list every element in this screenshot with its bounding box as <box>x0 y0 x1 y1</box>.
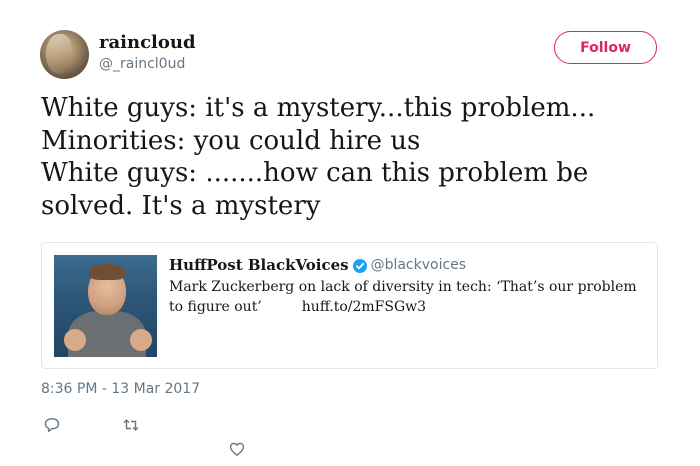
avatar[interactable] <box>40 30 89 79</box>
quoted-tweet-card[interactable]: HuffPost BlackVoices @blackvoices Mark Z… <box>41 242 658 369</box>
quoted-tweet-image[interactable] <box>54 255 157 357</box>
tweet-timestamp[interactable]: 8:36 PM - 13 Mar 2017 <box>41 381 200 397</box>
display-name[interactable]: raincloud <box>99 32 196 53</box>
tweet-text-line: Minorities: you could hire us <box>41 125 421 156</box>
tweet-text-line: White guys: it's a mystery...this proble… <box>41 93 596 123</box>
quoted-link[interactable]: huff.to/2mFSGw3 <box>302 299 426 315</box>
like-button[interactable] <box>226 438 248 460</box>
avatar-photo <box>46 34 72 74</box>
retweet-button[interactable] <box>120 414 142 436</box>
reply-button[interactable] <box>41 414 63 436</box>
tweet-card: raincloud @_raincl0ud Follow White guys:… <box>0 0 700 466</box>
quoted-tweet-text: Mark Zuckerberg on lack of diversity in … <box>169 277 649 317</box>
quoted-text-line: to figure out’ huff.to/2mFSGw3 <box>169 297 649 317</box>
tweet-text-line: solved. It's a mystery <box>41 190 321 221</box>
person-hand-left <box>64 329 86 351</box>
tweet-text-line: White guys: .......how can this problem … <box>41 158 589 188</box>
person-hair <box>89 264 125 280</box>
retweet-icon <box>123 419 139 431</box>
heart-icon <box>229 442 245 456</box>
quoted-text-line: Mark Zuckerberg on lack of diversity in … <box>169 279 637 295</box>
quoted-tweet-header: HuffPost BlackVoices @blackvoices <box>169 256 466 274</box>
quoted-account-name[interactable]: HuffPost BlackVoices <box>169 256 349 274</box>
quoted-account-handle[interactable]: @blackvoices <box>371 257 467 273</box>
follow-button[interactable]: Follow <box>554 31 657 64</box>
tweet-text: White guys: it's a mystery...this proble… <box>41 92 681 222</box>
reply-icon <box>44 418 60 432</box>
person-hand-right <box>130 329 152 351</box>
username[interactable]: @_raincl0ud <box>99 56 185 72</box>
verified-badge-icon <box>352 258 367 273</box>
quoted-text-fragment: to figure out’ <box>169 299 262 315</box>
